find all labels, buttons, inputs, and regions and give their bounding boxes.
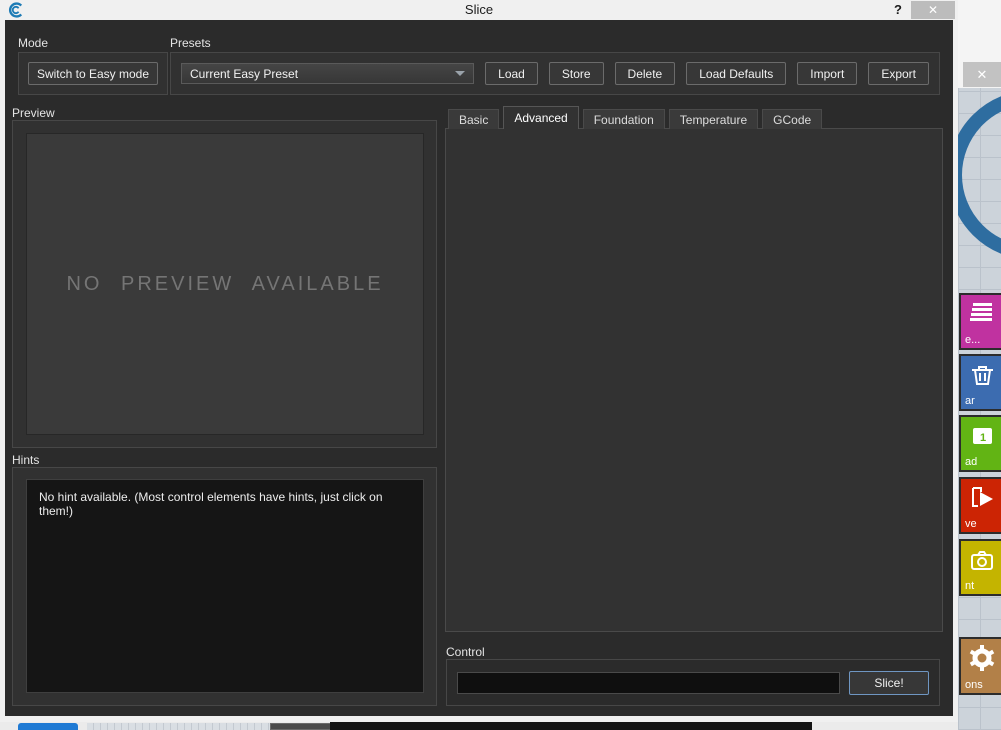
side-button-label: nt [965, 580, 974, 592]
close-icon: ✕ [977, 67, 988, 83]
background-close-button[interactable]: ✕ [963, 62, 1001, 87]
switch-easy-mode-button[interactable]: Switch to Easy mode [28, 62, 158, 85]
gear-icon [968, 644, 996, 672]
load-button[interactable]: Load [485, 62, 538, 85]
tab-advanced[interactable]: Advanced [503, 106, 578, 129]
tab-temperature[interactable]: Temperature [669, 109, 758, 129]
mode-label: Mode [18, 36, 48, 50]
background-blue-button [18, 723, 78, 730]
tab-basic[interactable]: Basic [448, 109, 499, 129]
control-label: Control [446, 645, 485, 659]
load-defaults-button[interactable]: Load Defaults [686, 62, 786, 85]
chevron-down-icon [455, 71, 465, 76]
load-box-icon: 1 [968, 422, 996, 450]
control-group: Slice! [446, 659, 940, 706]
tab-gcode[interactable]: GCode [762, 109, 822, 129]
hints-label: Hints [12, 453, 39, 467]
side-button-label: ve [965, 518, 977, 530]
background-print-button[interactable]: nt [959, 539, 1001, 596]
settings-tabs: Basic Advanced Foundation Temperature GC… [448, 106, 826, 129]
camera-icon [968, 546, 996, 574]
background-save-button[interactable]: ve [959, 477, 1001, 534]
slice-dialog: Slice ? ✕ Mode Switch to Easy mode Prese… [0, 0, 958, 722]
mode-group: Switch to Easy mode [18, 52, 168, 95]
hint-text: No hint available. (Most control element… [39, 490, 383, 518]
trash-icon [968, 361, 996, 389]
preset-selected-value: Current Easy Preset [190, 67, 298, 81]
background-slice-button[interactable]: e... [959, 293, 1001, 350]
close-icon: ✕ [928, 3, 938, 17]
export-button[interactable]: Export [868, 62, 929, 85]
advanced-tab-panel [445, 128, 943, 632]
titlebar[interactable]: Slice ? ✕ [0, 0, 958, 20]
tab-foundation[interactable]: Foundation [583, 109, 665, 129]
background-dark-panel [330, 722, 812, 730]
preview-label: Preview [12, 106, 55, 120]
hints-text-area: No hint available. (Most control element… [26, 479, 424, 693]
no-preview-text: NO PREVIEW AVAILABLE [66, 273, 383, 296]
window-title: Slice [0, 2, 958, 17]
import-button[interactable]: Import [797, 62, 857, 85]
side-button-label: ad [965, 456, 977, 468]
side-button-label: ons [965, 679, 983, 691]
background-clear-button[interactable]: ar [959, 354, 1001, 411]
background-bottom-bar [0, 722, 958, 730]
side-button-label: e... [965, 334, 980, 346]
preview-group: NO PREVIEW AVAILABLE [12, 120, 437, 448]
help-button[interactable]: ? [894, 2, 902, 17]
background-load-button[interactable]: 1 ad [959, 415, 1001, 472]
slice-progress-bar [457, 672, 840, 694]
preset-select[interactable]: Current Easy Preset [181, 63, 474, 84]
presets-group: Current Easy Preset Load Store Delete Lo… [170, 52, 940, 95]
store-button[interactable]: Store [549, 62, 604, 85]
save-play-icon [968, 484, 996, 512]
background-options-button[interactable]: ons [959, 637, 1001, 695]
side-button-label: ar [965, 395, 975, 407]
background-toolbar [87, 723, 270, 730]
close-button[interactable]: ✕ [911, 1, 955, 19]
slice-button[interactable]: Slice! [849, 671, 929, 695]
hints-group: No hint available. (Most control element… [12, 467, 437, 706]
presets-label: Presets [170, 36, 211, 50]
slice-lines-icon [968, 300, 996, 328]
preview-canvas: NO PREVIEW AVAILABLE [26, 133, 424, 435]
delete-button[interactable]: Delete [615, 62, 676, 85]
dialog-body: Mode Switch to Easy mode Presets Current… [5, 20, 953, 716]
svg-text:1: 1 [980, 432, 986, 444]
